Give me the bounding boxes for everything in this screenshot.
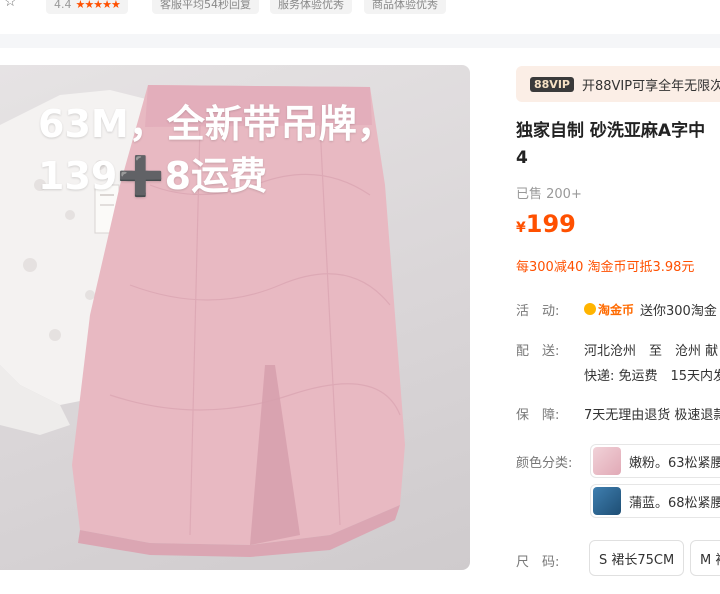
- image-caption-line1: 63M，全新带吊牌，: [38, 102, 395, 146]
- price: ¥199: [516, 210, 576, 238]
- color-label: 颜色分类:: [516, 456, 573, 471]
- main-product-image[interactable]: 63M，全新带吊牌， 139➕8运费: [0, 65, 470, 570]
- sold-count: 已售 200+: [516, 187, 582, 202]
- color-option-label: 嫩粉。63松紧腰: [629, 455, 720, 471]
- service-chip-service: 服务体验优秀: [270, 0, 352, 14]
- service-chip-product: 商品体验优秀: [364, 0, 446, 14]
- vip-badge: 88VIP: [530, 76, 574, 92]
- rating-value: 4.4: [54, 0, 72, 11]
- activity-value[interactable]: 淘金币 送你300淘金: [584, 300, 717, 319]
- price-value: 199: [525, 210, 576, 238]
- color-thumb-blue: [593, 487, 621, 515]
- color-thumb-pink: [593, 447, 621, 475]
- size-option-s[interactable]: S 裙长75CM: [589, 540, 685, 576]
- color-option-pink[interactable]: 嫩粉。63松紧腰: [590, 444, 720, 478]
- color-option-label: 蒲蓝。68松紧腰: [629, 495, 720, 511]
- taojinbi-logo: 淘金币: [584, 301, 634, 318]
- size-option-m[interactable]: M 裙: [690, 540, 720, 576]
- service-chip-response: 客服平均54秒回复: [152, 0, 259, 14]
- activity-label: 活 动:: [516, 304, 560, 319]
- product-title: 独家自制 砂洗亚麻A字中: [516, 121, 706, 141]
- rating-badge: 4.4 ★★★★★: [46, 0, 128, 14]
- product-title-line2: 4: [516, 148, 528, 168]
- size-label: 尺 码:: [516, 555, 560, 570]
- shipping-route[interactable]: 河北沧州 至 沧州 献: [584, 340, 718, 359]
- image-caption-line2: 139➕8运费: [38, 154, 268, 198]
- shipping-fee: 快递: 免运费 15天内发: [584, 369, 720, 384]
- guarantee-label: 保 障:: [516, 408, 560, 423]
- vip-banner[interactable]: 88VIP 开88VIP可享全年无限次: [516, 66, 720, 102]
- section-divider: [0, 34, 720, 48]
- activity-text: 送你300淘金: [640, 304, 717, 319]
- promo-text: 每300减40 淘金币可抵3.98元: [516, 260, 695, 275]
- favorite-icon[interactable]: ☆: [4, 0, 17, 10]
- rating-stars-icon: ★★★★★: [75, 0, 121, 11]
- coin-icon: [584, 303, 596, 315]
- color-option-blue[interactable]: 蒲蓝。68松紧腰: [590, 484, 720, 518]
- taojinbi-logo-text: 淘金币: [598, 302, 635, 317]
- vip-text: 开88VIP可享全年无限次: [581, 78, 720, 94]
- currency-symbol: ¥: [516, 220, 526, 236]
- shop-info-bar: ☆ 4.4 ★★★★★ 客服平均54秒回复 服务体验优秀 商品体验优秀: [0, 0, 720, 32]
- shipping-label: 配 送:: [516, 344, 560, 359]
- guarantee-value[interactable]: 7天无理由退货 极速退款: [584, 404, 720, 423]
